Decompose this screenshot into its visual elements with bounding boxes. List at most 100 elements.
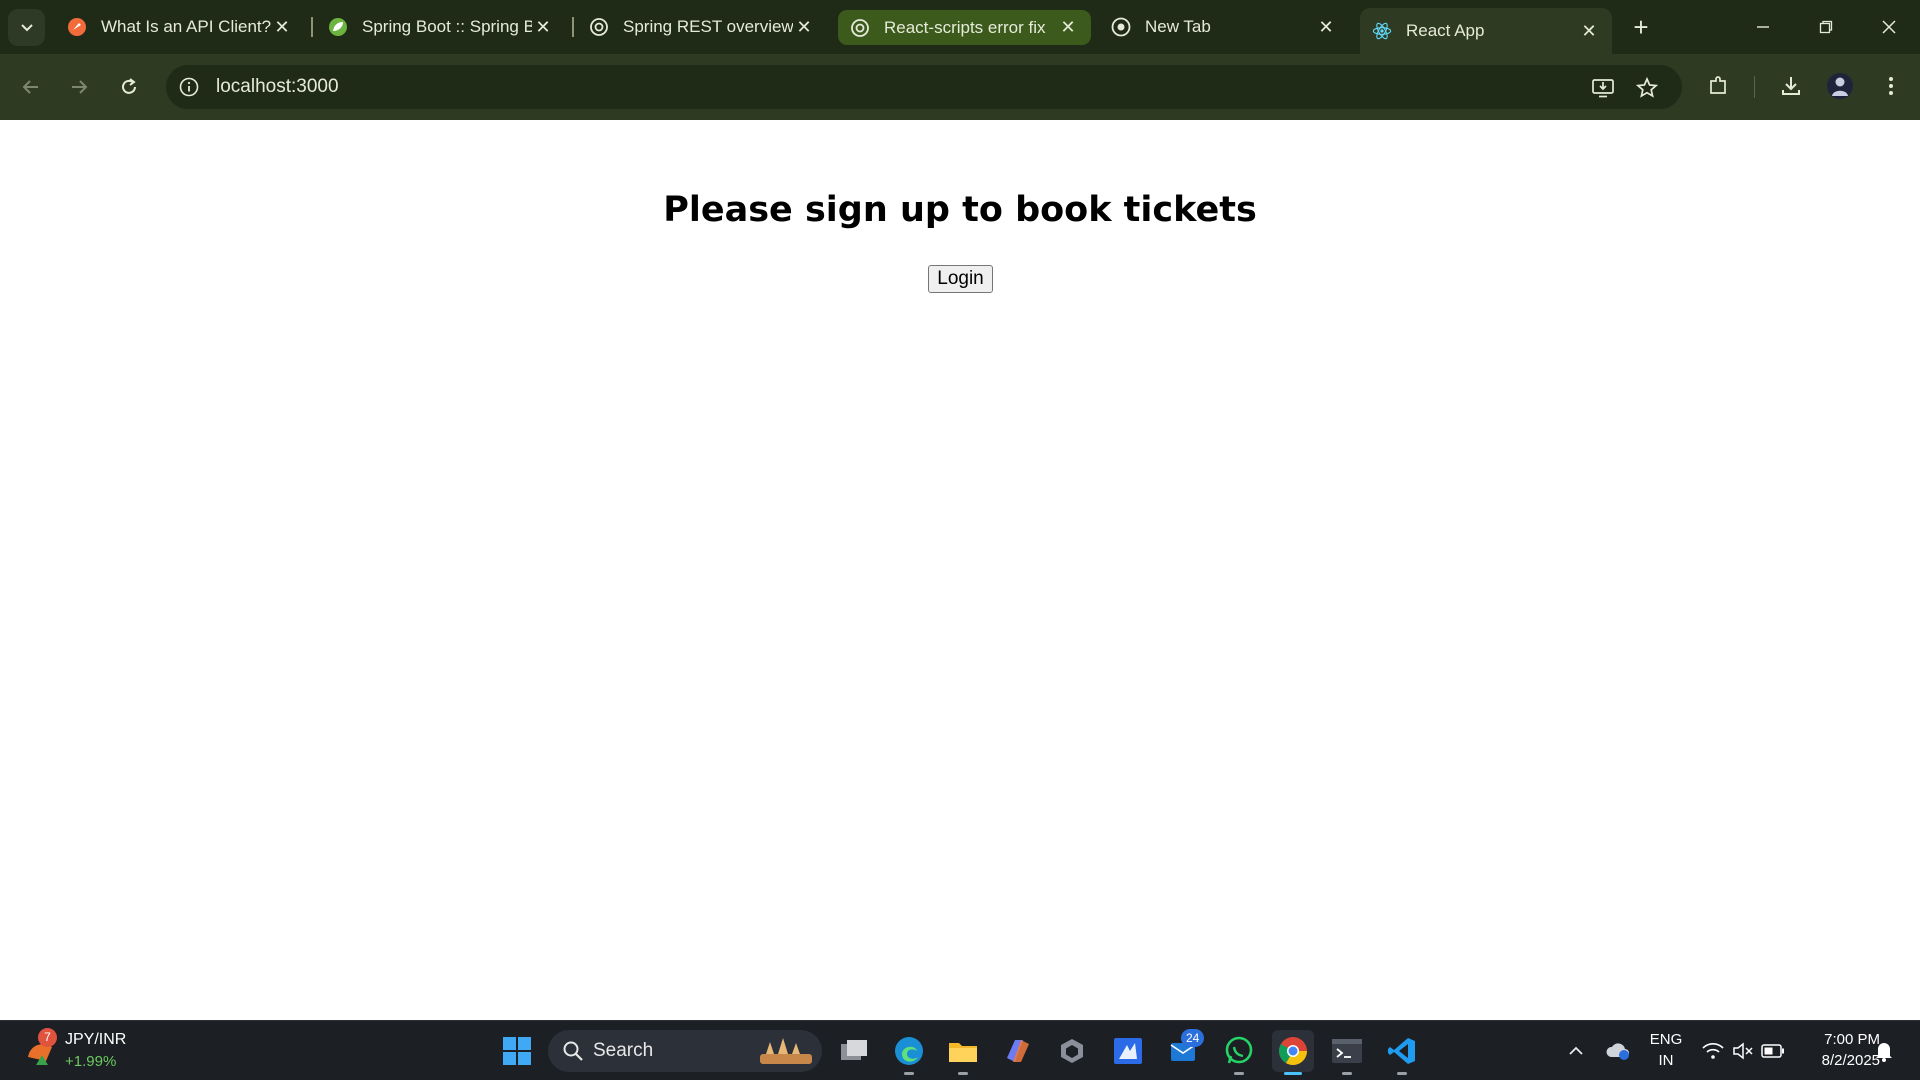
back-button[interactable]	[15, 71, 47, 103]
tab-react-scripts-fix[interactable]: React-scripts error fix ✕	[838, 10, 1091, 45]
volume-muted-icon	[1733, 1042, 1753, 1060]
close-tab-icon[interactable]: ✕	[1057, 17, 1079, 38]
chatgpt-icon	[589, 17, 609, 37]
chrome-icon	[1279, 1037, 1307, 1065]
battery-icon	[1761, 1044, 1784, 1058]
profile-avatar[interactable]	[1825, 71, 1855, 101]
ticker-name: JPY/INR	[65, 1031, 127, 1048]
taskbar-copilot[interactable]	[997, 1030, 1039, 1072]
tab-spring-boot[interactable]: Spring Boot :: Spring B ✕	[316, 8, 566, 46]
copilot-icon	[1007, 1040, 1029, 1062]
taskbar-app-blue[interactable]	[1107, 1030, 1149, 1072]
ticker-change: +1.99%	[65, 1053, 117, 1070]
page-heading: Please sign up to book tickets	[663, 190, 1257, 230]
toolbar-divider	[1754, 76, 1755, 98]
volume-tray[interactable]	[1726, 1030, 1760, 1072]
tab-title: React-scripts error fix	[884, 17, 1046, 37]
minimize-icon	[1757, 26, 1769, 28]
wifi-tray[interactable]	[1696, 1030, 1730, 1072]
site-info-icon[interactable]	[178, 76, 200, 98]
reload-button[interactable]	[113, 71, 145, 103]
close-tab-icon[interactable]: ✕	[532, 17, 554, 38]
app-tile-icon	[1114, 1038, 1142, 1064]
chevron-down-icon	[20, 23, 33, 31]
show-hidden-icons-button[interactable]	[1558, 1030, 1594, 1072]
url-text[interactable]: localhost:3000	[216, 76, 339, 98]
tab-search-button[interactable]	[8, 9, 45, 46]
avatar-icon	[1827, 73, 1853, 99]
active-app-indicator	[1284, 1072, 1302, 1075]
wifi-icon	[1702, 1042, 1724, 1059]
close-tab-icon[interactable]: ✕	[793, 17, 815, 38]
running-indicator	[958, 1072, 968, 1075]
arrow-right-icon	[72, 80, 88, 94]
new-tab-button[interactable]: +	[1625, 12, 1657, 44]
taskbar-vscode[interactable]	[1381, 1030, 1423, 1072]
restore-button[interactable]	[1806, 12, 1846, 42]
spring-leaf-icon	[328, 17, 348, 37]
running-indicator	[904, 1072, 914, 1075]
windows-logo-icon	[503, 1037, 531, 1065]
vscode-icon	[1388, 1038, 1415, 1064]
taskbar-search[interactable]: Search	[548, 1030, 822, 1072]
tab-divider	[311, 17, 313, 37]
language-region[interactable]: IN	[1646, 1052, 1686, 1069]
tab-strip: What Is an API Client? ✕ Spring Boot :: …	[0, 0, 1920, 54]
tab-react-app[interactable]: React App ✕	[1360, 8, 1612, 54]
menu-button[interactable]	[1876, 71, 1906, 101]
extensions-button[interactable]	[1703, 71, 1733, 101]
tab-title: Spring Boot :: Spring B	[362, 17, 532, 36]
taskbar-whatsapp[interactable]	[1218, 1030, 1260, 1072]
reload-icon	[122, 78, 136, 94]
react-icon	[1372, 21, 1392, 41]
downloads-button[interactable]	[1776, 71, 1806, 101]
tab-new-tab[interactable]: New Tab ✕	[1099, 8, 1349, 46]
search-icon	[563, 1041, 583, 1061]
running-indicator	[1234, 1072, 1244, 1075]
taskbar-file-explorer[interactable]	[942, 1030, 984, 1072]
restore-icon	[1819, 20, 1833, 34]
onedrive-tray[interactable]	[1600, 1030, 1636, 1072]
tab-spring-rest[interactable]: Spring REST overview ✕	[577, 8, 827, 46]
install-app-icon[interactable]	[1590, 75, 1616, 101]
forward-button[interactable]	[63, 71, 95, 103]
taskbar-app-cube[interactable]	[1051, 1030, 1093, 1072]
download-icon	[1782, 77, 1800, 95]
running-indicator	[1342, 1072, 1352, 1075]
chatgpt-icon	[850, 18, 870, 38]
minimize-button[interactable]	[1743, 12, 1783, 42]
language-code[interactable]: ENG	[1646, 1031, 1686, 1048]
chrome-icon	[1111, 17, 1131, 37]
puzzle-icon	[1710, 76, 1726, 94]
close-tab-icon[interactable]: ✕	[1315, 17, 1337, 38]
task-view-icon	[841, 1040, 867, 1060]
start-button[interactable]	[496, 1030, 538, 1072]
running-indicator	[1397, 1072, 1407, 1075]
tab-title: Spring REST overview	[623, 17, 793, 36]
close-window-button[interactable]	[1869, 12, 1909, 42]
battery-tray[interactable]	[1756, 1030, 1790, 1072]
notifications-button[interactable]	[1866, 1030, 1902, 1072]
taskbar-chrome[interactable]	[1272, 1030, 1314, 1072]
bookmark-star-icon[interactable]	[1634, 75, 1660, 101]
task-view-button[interactable]	[833, 1030, 875, 1072]
whatsapp-icon	[1225, 1036, 1253, 1064]
address-bar[interactable]: localhost:3000	[166, 65, 1682, 109]
close-tab-icon[interactable]: ✕	[271, 17, 293, 38]
folder-icon	[949, 1043, 977, 1062]
login-button[interactable]: Login	[928, 265, 993, 293]
postman-icon	[67, 17, 87, 37]
close-tab-icon[interactable]: ✕	[1578, 21, 1600, 42]
chevron-up-icon	[1569, 1046, 1583, 1055]
browser-toolbar: localhost:3000	[0, 54, 1920, 120]
search-label: Search	[593, 1040, 654, 1061]
bell-icon	[1876, 1043, 1892, 1062]
tab-title: New Tab	[1145, 17, 1211, 36]
more-vertical-icon	[1889, 77, 1893, 95]
windows-taskbar: 7 JPY/INR +1.99% Search 24 ENG IN 7:00 P…	[0, 1020, 1920, 1080]
arrow-left-icon	[22, 80, 38, 94]
cube-app-icon	[1061, 1039, 1083, 1063]
taskbar-terminal[interactable]	[1326, 1030, 1368, 1072]
taskbar-edge[interactable]	[888, 1030, 930, 1072]
tab-api-client[interactable]: What Is an API Client? ✕	[55, 8, 305, 46]
